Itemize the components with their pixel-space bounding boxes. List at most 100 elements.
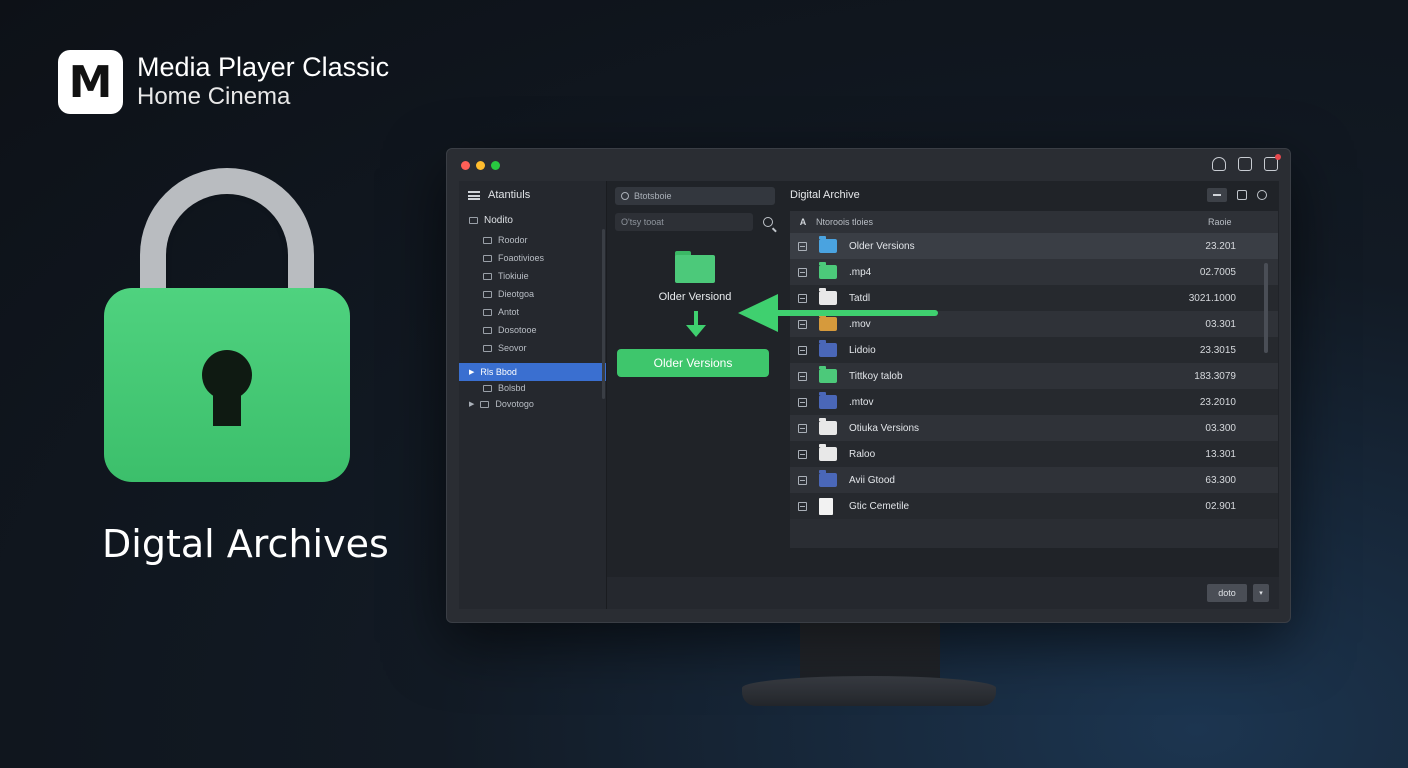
column-header-size[interactable]: Raoie	[1208, 217, 1278, 227]
notification-badge	[1275, 154, 1281, 160]
file-name: Otiuka Versions	[849, 422, 920, 434]
sidebar-item[interactable]: Seovor	[459, 339, 606, 357]
expand-caret-icon[interactable]: ▶	[469, 400, 474, 408]
file-name: Lidoio	[849, 344, 876, 356]
sidebar-item[interactable]: Dosotooe	[459, 321, 606, 339]
sidebar-item[interactable]: Foaotivioes	[459, 249, 606, 267]
row-checkbox[interactable]	[798, 371, 807, 381]
row-checkbox[interactable]	[798, 475, 807, 485]
file-size: 23.201	[1205, 240, 1236, 252]
folder-navy-icon	[819, 470, 837, 487]
folder-blue-icon	[819, 236, 837, 253]
file-name: Gtic Cemetile	[849, 500, 910, 512]
file-name: Avii Gtood	[849, 474, 895, 486]
row-checkbox[interactable]	[798, 397, 807, 407]
table-row[interactable]: .mtov 23.2010	[790, 389, 1278, 415]
middle-pane: Btotsboie O'tsy tooat Older Versiond Old…	[609, 181, 789, 609]
sidebar-item[interactable]: Dieotgoa	[459, 285, 606, 303]
sidebar-item-label: Tiokiuie	[498, 271, 529, 281]
brand: M Media Player Classic Home Cinema	[58, 50, 389, 114]
search-icon[interactable]	[763, 217, 773, 227]
brand-title: Media Player Classic	[137, 52, 390, 82]
sidebar-scrollbar[interactable]	[602, 229, 605, 399]
dropdown-caret-icon[interactable]: ▾	[1253, 584, 1269, 602]
table-row[interactable]: Lidoio 23.3015	[790, 337, 1278, 363]
table-scrollbar[interactable]	[1264, 263, 1268, 353]
folder-icon	[483, 344, 492, 352]
row-checkbox[interactable]	[798, 345, 807, 355]
table-row[interactable]: Avii Gtood 63.300	[790, 467, 1278, 493]
file-size: 02.901	[1205, 500, 1236, 512]
document-icon	[819, 497, 833, 515]
file-size: 63.300	[1205, 474, 1236, 486]
expand-caret-icon[interactable]: ▶	[469, 368, 474, 376]
search-input[interactable]: Btotsboie	[615, 187, 775, 205]
folder-green-icon[interactable]	[675, 251, 715, 283]
search-placeholder: Btotsboie	[634, 191, 672, 201]
window-icon[interactable]	[1237, 190, 1247, 200]
filter-input[interactable]: O'tsy tooat	[615, 213, 753, 231]
monitor-stand-base	[742, 676, 996, 706]
sidebar-item-selected[interactable]: ▶ Rls Bbod	[459, 363, 606, 381]
sidebar-item-label: Bolsbd	[498, 383, 526, 393]
monitor-stand-neck	[800, 622, 940, 682]
sidebar-item-label: Rls Bbod	[480, 367, 517, 377]
footer-bar: doto ▾	[607, 577, 1279, 609]
file-table: A Ntoroois tloies Raoie Older Versions 23…	[790, 211, 1278, 548]
file-size: 23.2010	[1199, 396, 1236, 408]
file-name: .mp4	[849, 266, 872, 278]
info-icon[interactable]	[1257, 190, 1267, 200]
table-row[interactable]: Older Versions 23.201	[790, 233, 1278, 259]
sidebar-header[interactable]: Atantiuls	[459, 181, 606, 209]
right-pane: Digital Archive A Ntoroois tloies Raoie …	[789, 181, 1279, 609]
folder-icon	[483, 290, 492, 298]
folder-icon	[469, 216, 478, 224]
row-checkbox[interactable]	[798, 241, 807, 251]
footer-button[interactable]: doto	[1207, 584, 1247, 602]
folder-white-icon	[819, 418, 837, 435]
file-size: 03.300	[1205, 422, 1236, 434]
folder-navy-icon	[819, 340, 837, 357]
sidebar-item-label: Dovotogo	[495, 399, 534, 409]
file-size: 183.3079	[1194, 370, 1236, 382]
close-window-button[interactable]	[461, 160, 470, 170]
folder-green-icon	[819, 262, 837, 279]
minimize-window-button[interactable]	[476, 160, 485, 170]
square-icon[interactable]	[1238, 157, 1252, 171]
older-versions-button[interactable]: Older Versions	[617, 349, 769, 377]
row-checkbox[interactable]	[798, 423, 807, 433]
maximize-window-button[interactable]	[491, 160, 500, 170]
filter-placeholder: O'tsy tooat	[621, 217, 664, 227]
sidebar-item[interactable]: Antot	[459, 303, 606, 321]
table-row[interactable]: .mp4 02.7005	[790, 259, 1278, 285]
column-header-a[interactable]: A	[790, 217, 816, 227]
folder-icon	[483, 384, 492, 392]
padlock-body	[104, 288, 350, 482]
minimize-pane-button[interactable]	[1207, 188, 1227, 202]
table-row[interactable]: Gtic Cemetile 02.901	[790, 493, 1278, 519]
arrow-left-icon	[738, 292, 938, 332]
sidebar-subitem[interactable]: Bolsbd	[459, 381, 606, 395]
column-header-name[interactable]: Ntoroois tloies	[816, 217, 1208, 227]
row-checkbox[interactable]	[798, 501, 807, 511]
hero-title: Digtal Archives	[102, 522, 389, 566]
table-row[interactable]: Tittkoy talob 183.3079	[790, 363, 1278, 389]
sidebar-item-label: Antot	[498, 307, 520, 317]
folder-navy-icon	[819, 392, 837, 409]
sidebar-item[interactable]: Tiokiuie	[459, 267, 606, 285]
user-icon[interactable]	[1212, 157, 1226, 171]
sidebar-item[interactable]: ▶ Dovotogo	[459, 395, 606, 413]
arrow-down-icon	[686, 311, 706, 339]
notification-icon[interactable]	[1264, 154, 1281, 171]
folder-lines-icon	[819, 444, 837, 461]
row-checkbox[interactable]	[798, 449, 807, 459]
row-checkbox[interactable]	[798, 267, 807, 277]
hamburger-menu-icon[interactable]	[468, 190, 480, 200]
table-row[interactable]: Otiuka Versions 03.300	[790, 415, 1278, 441]
sidebar-item-top[interactable]: Nodito	[459, 209, 606, 231]
sidebar-item-label: Nodito	[484, 214, 513, 226]
sidebar-item[interactable]: Roodor	[459, 231, 606, 249]
padlock-icon	[104, 168, 350, 482]
table-row[interactable]: Raloo 13.301	[790, 441, 1278, 467]
pane-title: Digital Archive	[790, 189, 860, 201]
